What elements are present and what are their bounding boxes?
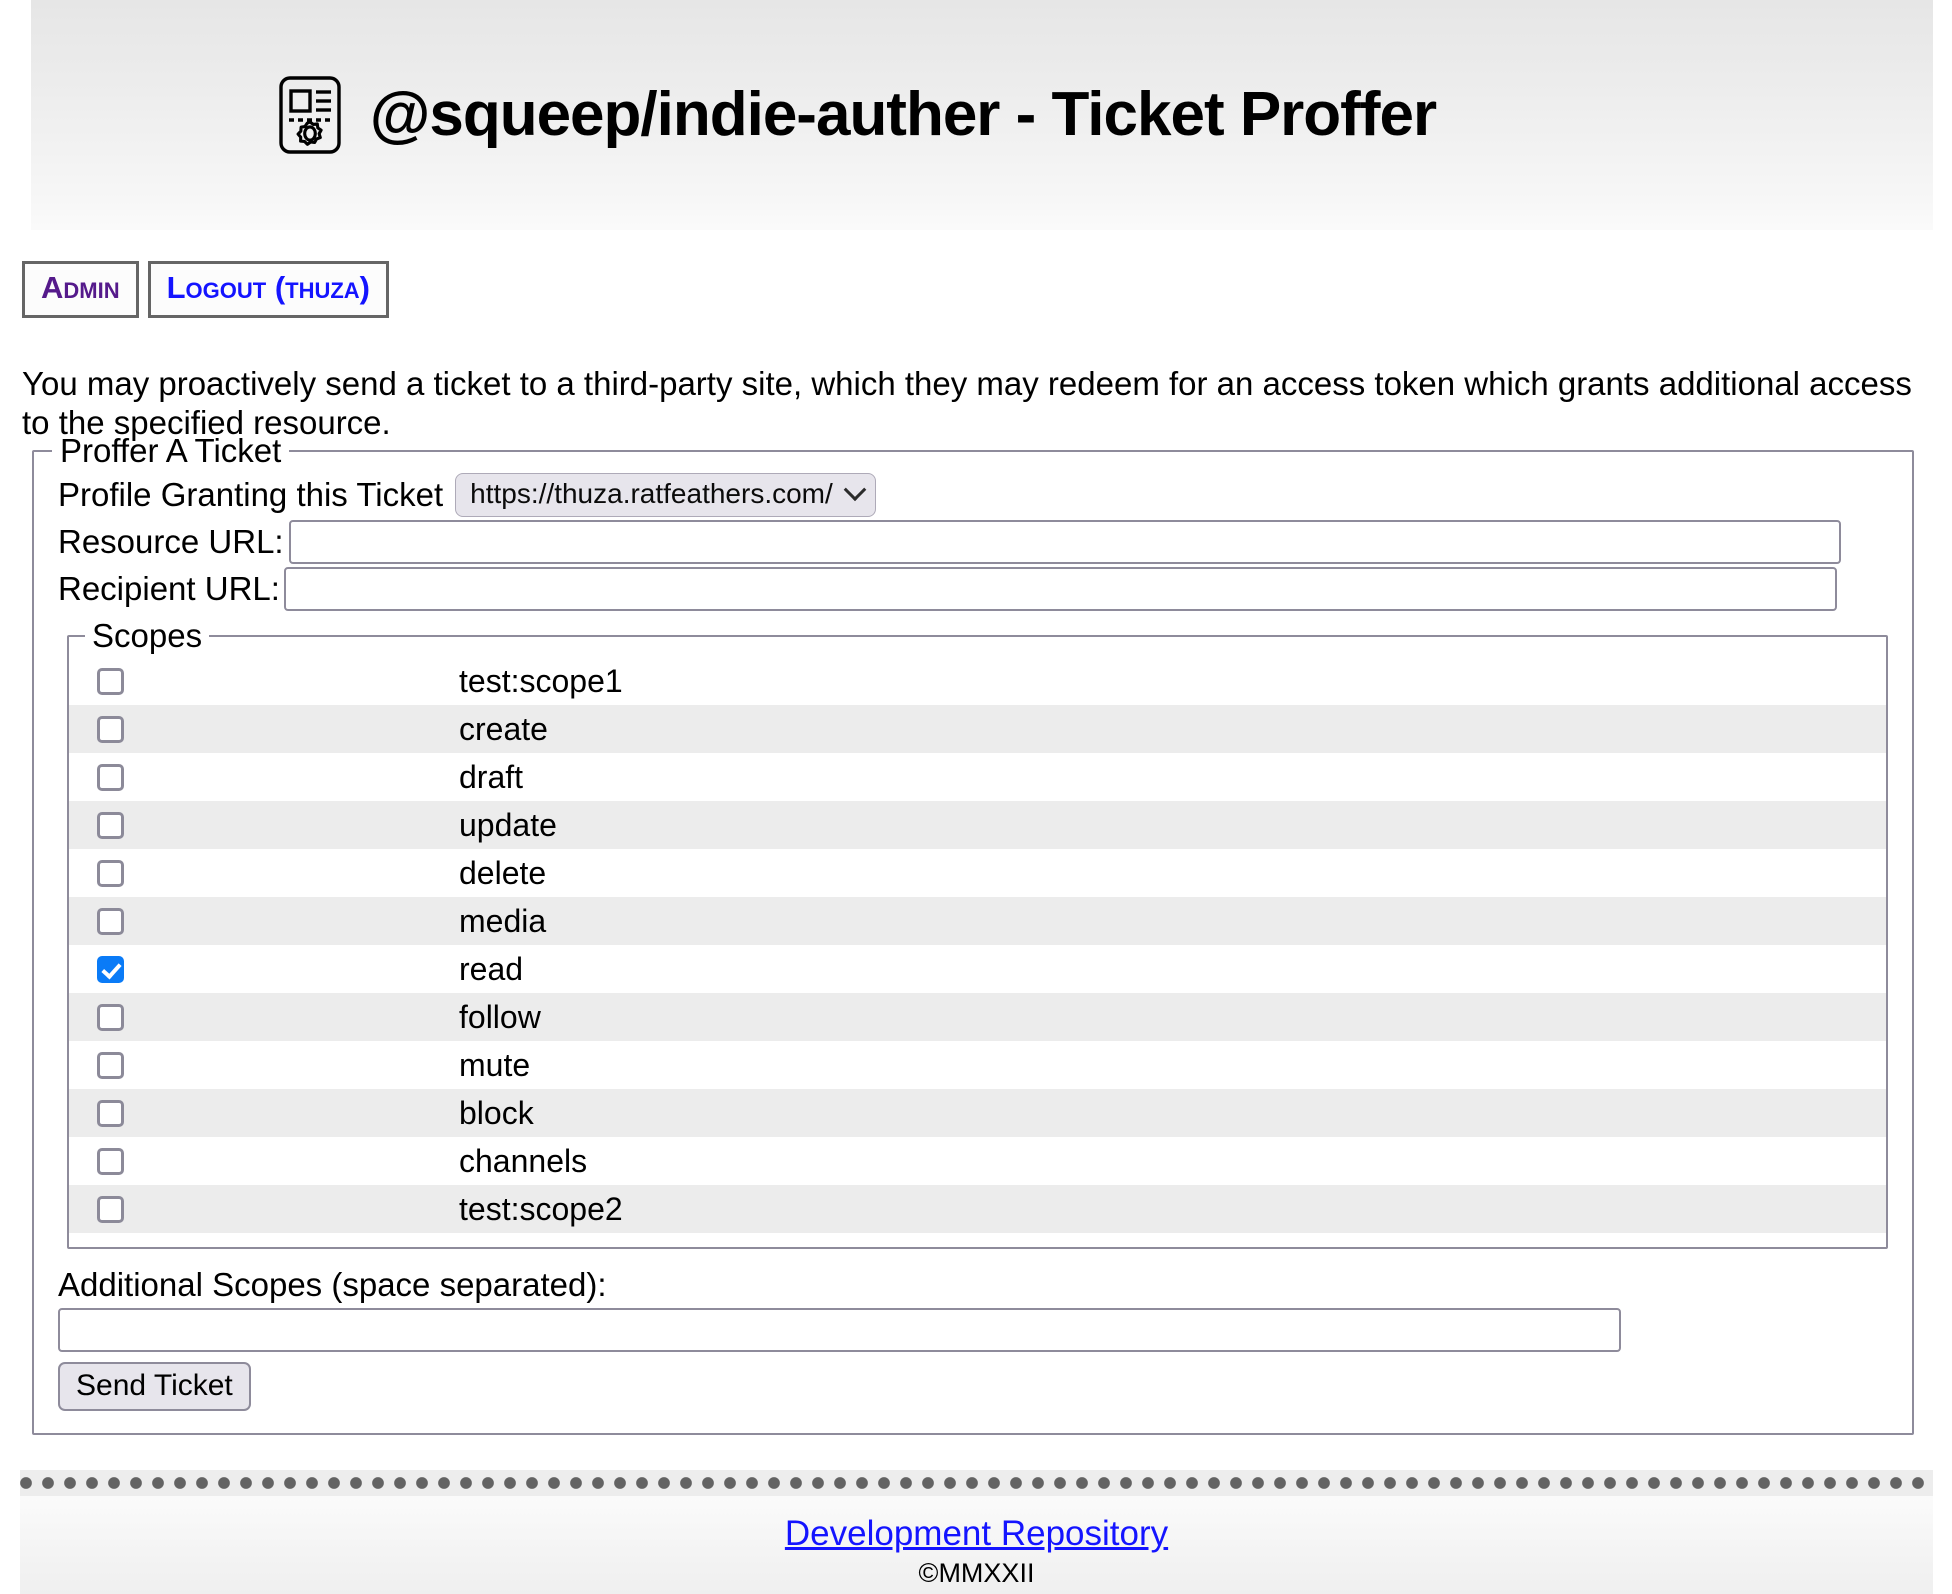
scope-checkbox-cell xyxy=(69,1185,459,1233)
scope-checkbox-cell xyxy=(69,1089,459,1137)
page-title: @squeep/indie-auther - Ticket Proffer xyxy=(369,80,1437,149)
scope-label: draft xyxy=(459,759,524,795)
recipient-url-row: Recipient URL: xyxy=(34,567,1912,611)
copyright-text: ©MMXXII xyxy=(918,1558,1035,1588)
scope-label: mute xyxy=(459,1047,531,1083)
additional-scopes-label: Additional Scopes (space separated): xyxy=(58,1266,607,1303)
scope-row: delete xyxy=(69,849,1886,897)
scope-checkbox[interactable] xyxy=(97,955,124,983)
profile-row: Profile Granting this Ticket https://thu… xyxy=(34,473,1912,517)
scopes-fieldset: Scopes test:scope1 create draft update delet… xyxy=(67,619,1888,1249)
scope-checkbox-cell xyxy=(69,705,459,753)
dotted-divider xyxy=(20,1470,1933,1496)
scope-checkbox-cell xyxy=(69,993,459,1041)
footer-body: Development Repository ©MMXXII xyxy=(20,1496,1933,1589)
nav-link-logout[interactable]: Logout (thuza) xyxy=(147,261,390,318)
proffer-ticket-fieldset: Proffer A Ticket Profile Granting this T… xyxy=(32,432,1914,1436)
ticket-gear-icon xyxy=(278,75,342,155)
scope-row: test:scope2 xyxy=(69,1185,1886,1233)
scope-label: delete xyxy=(459,855,547,891)
development-repository-link[interactable]: Development Repository xyxy=(785,1514,1168,1553)
resource-url-row: Resource URL: xyxy=(34,520,1912,564)
scope-row: channels xyxy=(69,1137,1886,1185)
nav-link-admin[interactable]: Admin xyxy=(22,261,139,318)
scope-row: update xyxy=(69,801,1886,849)
scope-checkbox[interactable] xyxy=(97,907,124,935)
scope-checkbox-cell xyxy=(69,801,459,849)
scope-checkbox[interactable] xyxy=(97,1051,124,1079)
profile-select-value: https://thuza.ratfeathers.com/ xyxy=(470,478,833,510)
recipient-url-label: Recipient URL: xyxy=(58,569,280,607)
scope-checkbox-cell xyxy=(69,897,459,945)
additional-scopes-input[interactable] xyxy=(58,1308,1621,1353)
send-ticket-button[interactable]: Send Ticket xyxy=(58,1362,251,1412)
intro-description: You may proactively send a ticket to a t… xyxy=(22,365,1912,441)
page-footer: Development Repository ©MMXXII xyxy=(20,1470,1933,1594)
scope-label: test:scope2 xyxy=(459,1191,623,1227)
scope-label: channels xyxy=(459,1143,588,1179)
scopes-table-body: test:scope1 create draft update delete media r… xyxy=(69,657,1886,1233)
scope-checkbox[interactable] xyxy=(97,763,124,791)
chevron-down-icon xyxy=(843,478,867,502)
scope-row: test:scope1 xyxy=(69,657,1886,705)
scope-checkbox[interactable] xyxy=(97,715,124,743)
scope-row: media xyxy=(69,897,1886,945)
scope-row: mute xyxy=(69,1041,1886,1089)
scope-label: update xyxy=(459,807,557,843)
scopes-legend: Scopes xyxy=(92,617,203,654)
profile-select[interactable]: https://thuza.ratfeathers.com/ xyxy=(455,473,876,517)
scope-row: block xyxy=(69,1089,1886,1137)
page-header: @squeep/indie-auther - Ticket Proffer xyxy=(31,0,1933,230)
scope-row: read xyxy=(69,945,1886,993)
scope-checkbox[interactable] xyxy=(97,1195,124,1223)
scope-checkbox[interactable] xyxy=(97,1099,124,1127)
header-inner: @squeep/indie-auther - Ticket Proffer xyxy=(278,75,1437,155)
scope-checkbox[interactable] xyxy=(97,1147,124,1175)
scope-checkbox[interactable] xyxy=(97,859,124,887)
profile-label: Profile Granting this Ticket xyxy=(58,475,444,513)
scope-checkbox[interactable] xyxy=(97,811,124,839)
scope-label: block xyxy=(459,1095,534,1131)
scope-label: media xyxy=(459,903,547,939)
scope-checkbox-cell xyxy=(69,1041,459,1089)
scope-checkbox-cell xyxy=(69,849,459,897)
scope-label: read xyxy=(459,951,524,987)
scope-checkbox-cell xyxy=(69,753,459,801)
scope-label: test:scope1 xyxy=(459,663,623,699)
proffer-ticket-legend: Proffer A Ticket xyxy=(60,432,282,469)
resource-url-label: Resource URL: xyxy=(58,522,284,560)
scope-row: follow xyxy=(69,993,1886,1041)
scope-checkbox-cell xyxy=(69,657,459,705)
recipient-url-input[interactable] xyxy=(283,567,1837,611)
scope-row: draft xyxy=(69,753,1886,801)
nav-bar: Admin Logout (thuza) xyxy=(22,261,390,318)
form-rows: Profile Granting this Ticket https://thu… xyxy=(34,467,1912,1412)
scope-label: create xyxy=(459,711,548,747)
scope-checkbox-cell xyxy=(69,1137,459,1185)
resource-url-input[interactable] xyxy=(288,520,1841,564)
scope-label: follow xyxy=(459,999,541,1035)
scope-row: create xyxy=(69,705,1886,753)
scope-checkbox[interactable] xyxy=(97,667,124,695)
scope-checkbox[interactable] xyxy=(97,1003,124,1031)
scope-checkbox-cell xyxy=(69,945,459,993)
submit-row: Send Ticket xyxy=(34,1352,1912,1412)
scopes-table: test:scope1 create draft update delete media r… xyxy=(69,657,1886,1233)
